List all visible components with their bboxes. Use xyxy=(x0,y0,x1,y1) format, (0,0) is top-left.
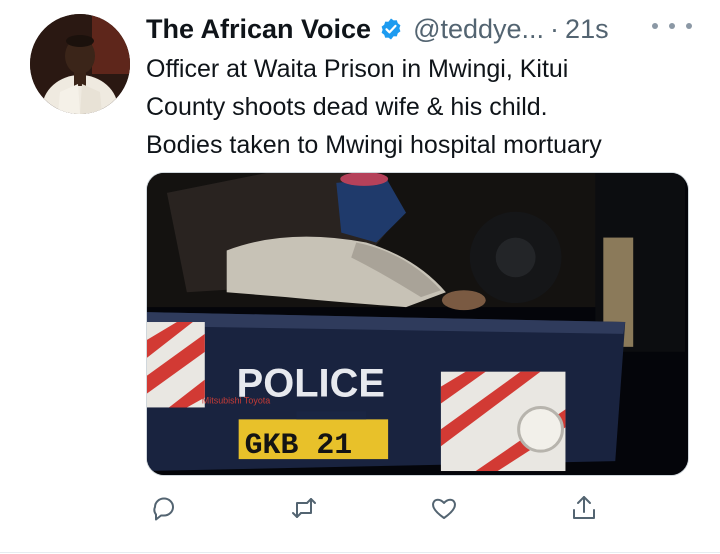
tweet-text: Officer at Waita Prison in Mwingi, Kitui… xyxy=(146,55,602,159)
author-handle[interactable]: @teddye... xyxy=(413,14,544,45)
tweet-card[interactable]: The African Voice @teddye... · 21s Offic… xyxy=(0,0,720,554)
tweet-header: The African Voice @teddye... · 21s xyxy=(146,10,609,48)
tweet-media-image[interactable]: POLICE Mitsubishi Toyota GKB 21 xyxy=(146,172,689,476)
header-separator: · xyxy=(550,13,560,44)
avatar-image xyxy=(30,14,130,114)
tweet-timestamp[interactable]: 21s xyxy=(565,14,609,45)
like-icon[interactable] xyxy=(426,490,462,526)
police-truck-photo: POLICE Mitsubishi Toyota GKB 21 xyxy=(147,173,688,475)
license-plate-text: GKB 21 xyxy=(245,428,353,462)
avatar[interactable] xyxy=(30,14,130,114)
reply-icon[interactable] xyxy=(146,490,182,526)
more-options-icon[interactable] xyxy=(652,14,692,38)
retweet-icon[interactable] xyxy=(286,490,322,526)
door-text: Mitsubishi Toyota xyxy=(202,395,271,405)
author-name[interactable]: The African Voice xyxy=(146,14,371,45)
share-icon[interactable] xyxy=(566,490,602,526)
tweet-actions xyxy=(146,490,595,530)
tweet-divider xyxy=(0,552,720,553)
verified-badge-icon xyxy=(379,17,403,41)
